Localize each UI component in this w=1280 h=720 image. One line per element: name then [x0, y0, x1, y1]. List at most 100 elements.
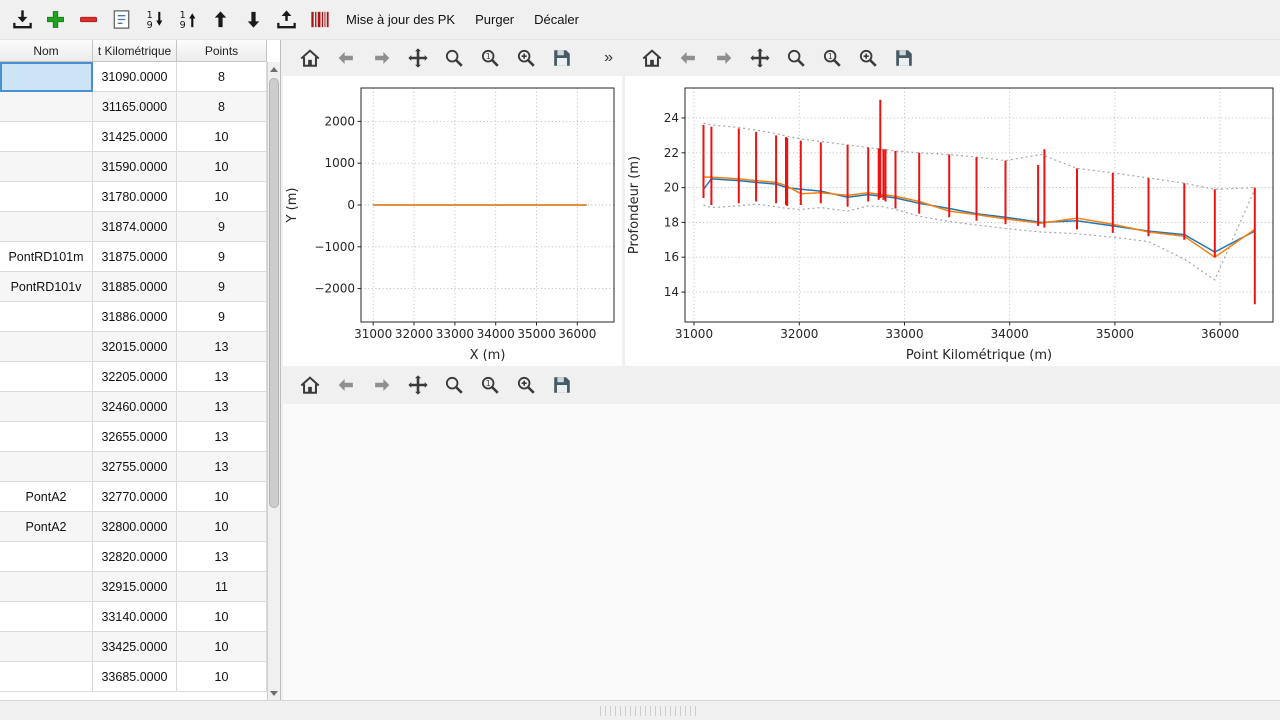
zoom-button[interactable]	[783, 45, 809, 71]
back-button[interactable]	[333, 372, 359, 398]
cell-nom[interactable]	[0, 602, 93, 632]
cell-nom[interactable]	[0, 212, 93, 242]
cell-nom[interactable]	[0, 542, 93, 572]
cell-points[interactable]: 10	[177, 122, 267, 152]
zoom-in-button[interactable]	[513, 372, 539, 398]
export-button[interactable]	[270, 4, 303, 36]
back-button[interactable]	[333, 45, 359, 71]
zoom-original-button[interactable]: 1	[477, 372, 503, 398]
home-button[interactable]	[297, 372, 323, 398]
cell-nom[interactable]	[0, 662, 93, 692]
splitter-grip[interactable]	[600, 706, 696, 716]
cell-nom[interactable]	[0, 122, 93, 152]
scroll-up-button[interactable]	[268, 62, 280, 76]
cell-points[interactable]: 10	[177, 602, 267, 632]
cell-points[interactable]: 9	[177, 242, 267, 272]
edit-button[interactable]	[105, 4, 138, 36]
home-button[interactable]	[639, 45, 665, 71]
forward-button[interactable]	[369, 372, 395, 398]
cell-pk[interactable]: 31886.0000	[93, 302, 177, 332]
zoom-original-button[interactable]: 1	[477, 45, 503, 71]
cell-nom[interactable]	[0, 422, 93, 452]
cell-points[interactable]: 10	[177, 632, 267, 662]
cell-pk[interactable]: 31780.0000	[93, 182, 177, 212]
pk-marks-button[interactable]	[303, 4, 336, 36]
pan-button[interactable]	[405, 372, 431, 398]
back-button[interactable]	[675, 45, 701, 71]
cell-nom[interactable]	[0, 632, 93, 662]
profile-plot-canvas[interactable]: 3100032000330003400035000360001416182022…	[625, 76, 1280, 366]
cell-pk[interactable]: 33685.0000	[93, 662, 177, 692]
header-nom[interactable]: Nom	[0, 40, 93, 62]
move-up-button[interactable]	[204, 4, 237, 36]
cell-pk[interactable]: 32800.0000	[93, 512, 177, 542]
scroll-down-button[interactable]	[268, 686, 280, 700]
sort-up-button[interactable]: 1 9	[171, 4, 204, 36]
shift-button[interactable]: Décaler	[524, 7, 589, 32]
add-row-button[interactable]	[39, 4, 72, 36]
cell-points[interactable]: 13	[177, 392, 267, 422]
cell-points[interactable]: 10	[177, 662, 267, 692]
cell-pk[interactable]: 31090.0000	[93, 62, 177, 92]
pan-button[interactable]	[405, 45, 431, 71]
cell-nom[interactable]	[0, 392, 93, 422]
cell-pk[interactable]: 31874.0000	[93, 212, 177, 242]
cell-points[interactable]: 11	[177, 572, 267, 602]
forward-button[interactable]	[369, 45, 395, 71]
cell-nom[interactable]	[0, 362, 93, 392]
cell-points[interactable]: 10	[177, 512, 267, 542]
cell-points[interactable]: 13	[177, 542, 267, 572]
cell-points[interactable]: 9	[177, 302, 267, 332]
forward-button[interactable]	[711, 45, 737, 71]
cell-pk[interactable]: 31885.0000	[93, 272, 177, 302]
toolbar-overflow-button[interactable]: »	[601, 49, 616, 67]
cell-points[interactable]: 9	[177, 212, 267, 242]
table-scrollbar[interactable]	[267, 62, 280, 700]
cell-nom[interactable]	[0, 452, 93, 482]
import-button[interactable]	[6, 4, 39, 36]
cell-pk[interactable]: 32460.0000	[93, 392, 177, 422]
cell-pk[interactable]: 32205.0000	[93, 362, 177, 392]
cell-pk[interactable]: 33425.0000	[93, 632, 177, 662]
cell-pk[interactable]: 32015.0000	[93, 332, 177, 362]
cell-nom[interactable]	[0, 302, 93, 332]
cell-nom[interactable]: PontA2	[0, 482, 93, 512]
zoom-in-button[interactable]	[855, 45, 881, 71]
cell-pk[interactable]: 32770.0000	[93, 482, 177, 512]
scrollbar-thumb[interactable]	[269, 78, 279, 508]
cell-pk[interactable]: 31165.0000	[93, 92, 177, 122]
header-points[interactable]: Points	[177, 40, 267, 62]
zoom-in-button[interactable]	[513, 45, 539, 71]
cell-points[interactable]: 9	[177, 272, 267, 302]
pan-button[interactable]	[747, 45, 773, 71]
cell-points[interactable]: 13	[177, 332, 267, 362]
save-figure-button[interactable]	[549, 372, 575, 398]
cell-nom[interactable]	[0, 332, 93, 362]
cell-nom[interactable]	[0, 92, 93, 122]
cell-points[interactable]: 13	[177, 452, 267, 482]
cell-pk[interactable]: 31590.0000	[93, 152, 177, 182]
update-pk-button[interactable]: Mise à jour des PK	[336, 7, 465, 32]
cell-points[interactable]: 10	[177, 482, 267, 512]
cell-nom[interactable]	[0, 62, 93, 92]
cell-points[interactable]: 10	[177, 152, 267, 182]
cell-points[interactable]: 13	[177, 362, 267, 392]
cell-pk[interactable]: 31875.0000	[93, 242, 177, 272]
move-down-button[interactable]	[237, 4, 270, 36]
cell-pk[interactable]: 32820.0000	[93, 542, 177, 572]
zoom-button[interactable]	[441, 45, 467, 71]
cell-nom[interactable]	[0, 152, 93, 182]
zoom-original-button[interactable]: 1	[819, 45, 845, 71]
home-button[interactable]	[297, 45, 323, 71]
cell-pk[interactable]: 32655.0000	[93, 422, 177, 452]
save-figure-button[interactable]	[549, 45, 575, 71]
cell-nom[interactable]: PontRD101v	[0, 272, 93, 302]
cell-nom[interactable]	[0, 572, 93, 602]
save-figure-button[interactable]	[891, 45, 917, 71]
zoom-button[interactable]	[441, 372, 467, 398]
remove-row-button[interactable]	[72, 4, 105, 36]
cell-points[interactable]: 8	[177, 92, 267, 122]
cell-points[interactable]: 10	[177, 182, 267, 212]
cell-points[interactable]: 8	[177, 62, 267, 92]
cell-nom[interactable]: PontA2	[0, 512, 93, 542]
